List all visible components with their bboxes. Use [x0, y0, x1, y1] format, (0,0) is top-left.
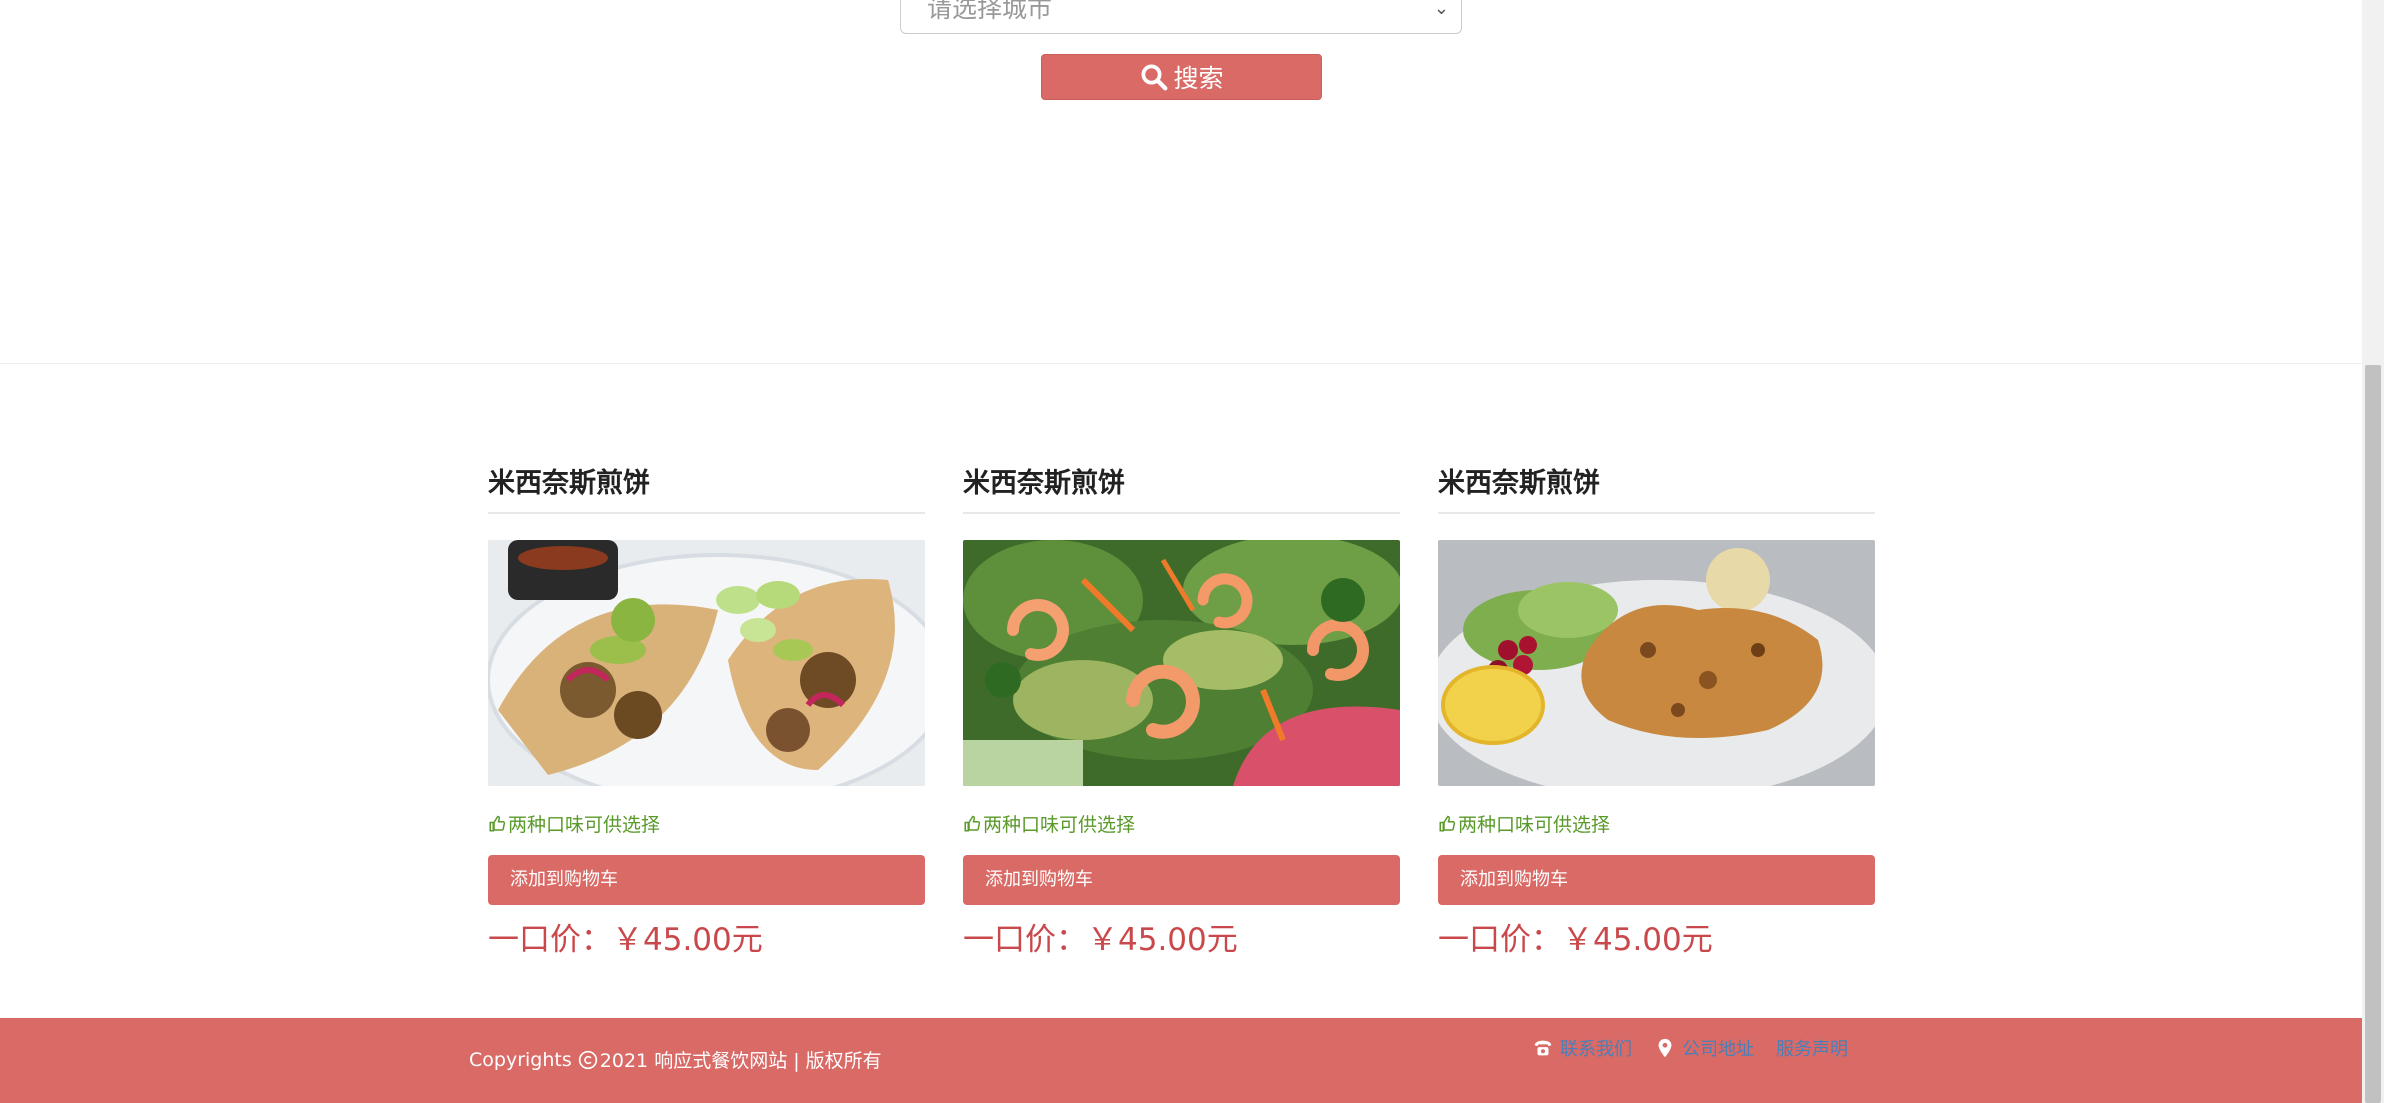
product-grid: 米西奈斯煎饼 两种口味可供选择 添加到购物车 一口价：￥45.00元 米西奈斯煎… — [488, 462, 1876, 962]
product-title: 米西奈斯煎饼 — [488, 462, 925, 514]
thumbs-up-icon — [489, 815, 506, 831]
thumbs-up-icon — [1439, 815, 1456, 831]
company-address-link[interactable]: 公司地址 — [1654, 1035, 1754, 1061]
search-section: 请选择城市 ⌄ 搜索 — [0, 0, 2362, 364]
copyright: Copyrights 2021 响应式餐饮网站 | 版权所有 — [469, 1046, 882, 1073]
service-statement-label: 服务声明 — [1776, 1039, 1848, 1060]
product-title: 米西奈斯煎饼 — [1438, 462, 1875, 514]
copyright-prefix: Copyrights — [469, 1048, 572, 1071]
product-card: 米西奈斯煎饼 两种口味可供选择 添加到购物车 一口价：￥45.00元 — [1438, 462, 1875, 958]
copyright-text: 2021 响应式餐饮网站 | 版权所有 — [599, 1050, 882, 1072]
product-card: 米西奈斯煎饼 两种口味可供选择 添加到购物车 一口价：￥45.00元 — [963, 462, 1400, 958]
footer-links: 联系我们 公司地址 服务声明 — [1532, 1035, 1848, 1061]
copyright-icon — [578, 1050, 597, 1069]
footer: Copyrights 2021 响应式餐饮网站 | 版权所有 联系我们 公司地址… — [0, 1018, 2362, 1103]
scrollbar-thumb[interactable] — [2365, 365, 2381, 1103]
thumbs-up-icon — [964, 815, 981, 831]
product-tip: 两种口味可供选择 — [963, 810, 1135, 837]
product-tip: 两种口味可供选择 — [1438, 810, 1610, 837]
add-to-cart-button[interactable]: 添加到购物车 — [963, 855, 1400, 905]
city-select[interactable]: 请选择城市 ⌄ — [900, 0, 1462, 34]
city-select-placeholder: 请选择城市 — [927, 0, 1053, 23]
product-card: 米西奈斯煎饼 两种口味可供选择 添加到购物车 一口价：￥45.00元 — [488, 462, 925, 958]
product-price: 一口价：￥45.00元 — [1438, 922, 1713, 958]
product-tip: 两种口味可供选择 — [488, 810, 660, 837]
search-button[interactable]: 搜索 — [1041, 54, 1322, 100]
service-statement-link[interactable]: 服务声明 — [1776, 1035, 1848, 1061]
contact-us-label: 联系我们 — [1560, 1039, 1632, 1060]
product-tip-text: 两种口味可供选择 — [1458, 814, 1611, 836]
add-to-cart-button[interactable]: 添加到购物车 — [1438, 855, 1875, 905]
product-image-grilled-chicken[interactable] — [1438, 540, 1875, 786]
product-price: 一口价：￥45.00元 — [488, 922, 763, 958]
product-image-tacos[interactable] — [488, 540, 925, 786]
product-image-shrimp-salad[interactable] — [963, 540, 1400, 786]
add-to-cart-button[interactable]: 添加到购物车 — [488, 855, 925, 905]
phone-icon — [1534, 1040, 1552, 1056]
chevron-down-icon: ⌄ — [1433, 0, 1449, 19]
contact-us-link[interactable]: 联系我们 — [1532, 1035, 1632, 1061]
product-tip-text: 两种口味可供选择 — [508, 814, 661, 836]
scrollbar[interactable] — [2362, 0, 2384, 1103]
product-title: 米西奈斯煎饼 — [963, 462, 1400, 514]
company-address-label: 公司地址 — [1682, 1039, 1754, 1060]
map-marker-icon — [1658, 1038, 1672, 1058]
product-price: 一口价：￥45.00元 — [963, 922, 1238, 958]
product-tip-text: 两种口味可供选择 — [983, 814, 1136, 836]
search-icon — [1141, 64, 1168, 91]
search-button-label: 搜索 — [1173, 64, 1224, 93]
